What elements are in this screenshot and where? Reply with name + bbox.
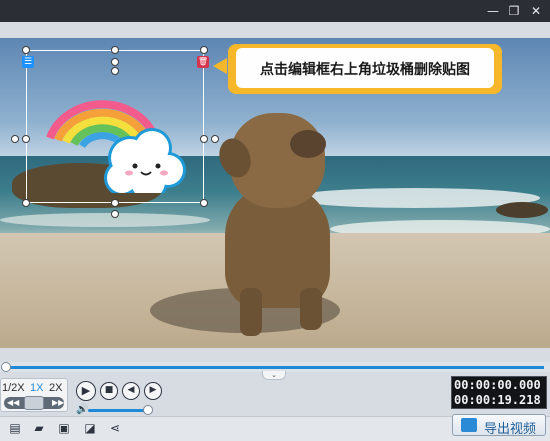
resize-handle[interactable] bbox=[111, 210, 119, 218]
minimize-icon[interactable]: — bbox=[484, 3, 502, 19]
resize-handle[interactable] bbox=[22, 199, 30, 207]
stop-icon[interactable]: ■ bbox=[100, 382, 118, 400]
title-bar: — ❐ ✕ bbox=[0, 0, 550, 22]
volume-icon[interactable]: 🔊 bbox=[76, 404, 88, 415]
open-folder-icon[interactable]: ▰ bbox=[31, 420, 47, 436]
speed-half[interactable]: 1/2X bbox=[2, 382, 25, 394]
volume-knob[interactable] bbox=[143, 405, 153, 415]
timeline-playhead[interactable] bbox=[1, 362, 11, 372]
resize-handle[interactable] bbox=[200, 199, 208, 207]
resize-handle[interactable] bbox=[11, 135, 19, 143]
jog-left-icon: ◀◀ bbox=[7, 398, 20, 407]
save-as-icon[interactable]: ◪ bbox=[82, 420, 98, 436]
collapse-toggle[interactable]: ⌄ bbox=[262, 371, 286, 380]
dog-leg bbox=[240, 288, 262, 336]
timeline-track bbox=[6, 366, 544, 369]
close-icon[interactable]: ✕ bbox=[527, 3, 545, 19]
dog-leg bbox=[300, 288, 322, 330]
export-icon bbox=[461, 418, 477, 432]
speed-2x[interactable]: 2X bbox=[49, 382, 62, 394]
rotate-handle[interactable] bbox=[111, 58, 119, 66]
resize-handle[interactable] bbox=[211, 135, 219, 143]
step-forward-icon[interactable]: ▶ bbox=[144, 382, 162, 400]
resize-handle[interactable] bbox=[111, 46, 119, 54]
resize-handle[interactable] bbox=[22, 46, 30, 54]
tooltip-arrow bbox=[213, 58, 227, 74]
resize-handle[interactable] bbox=[200, 135, 208, 143]
rock bbox=[496, 202, 548, 218]
video-editor-window: — ❐ ✕ ☰ 🗑 点击编辑框右上角垃圾桶删除贴图 ⌄ 1/2X 1X 2X ◀… bbox=[0, 0, 550, 441]
step-back-icon[interactable]: ◀ bbox=[122, 382, 140, 400]
trash-icon[interactable]: 🗑 bbox=[197, 56, 209, 68]
resize-handle[interactable] bbox=[200, 46, 208, 54]
speed-1x[interactable]: 1X bbox=[30, 382, 43, 394]
dog-snout bbox=[290, 130, 326, 158]
save-icon[interactable]: ▣ bbox=[56, 420, 72, 436]
share-icon[interactable]: ⋖ bbox=[107, 420, 123, 436]
export-video-label: 导出视频 bbox=[484, 421, 537, 436]
total-time: 00:00:19.218 bbox=[454, 393, 541, 407]
restore-icon[interactable]: ❐ bbox=[505, 3, 523, 19]
list-icon[interactable]: ☰ bbox=[22, 56, 34, 68]
current-time: 00:00:00.000 bbox=[454, 378, 541, 392]
tooltip-text: 点击编辑框右上角垃圾桶删除贴图 bbox=[236, 48, 494, 88]
play-icon[interactable]: ▶ bbox=[76, 381, 96, 401]
resize-handle[interactable] bbox=[111, 199, 119, 207]
export-video-button[interactable]: 导出视频 bbox=[452, 414, 546, 436]
new-file-icon[interactable]: ▤ bbox=[7, 420, 23, 436]
wave bbox=[0, 213, 210, 227]
rotate-handle[interactable] bbox=[111, 67, 119, 75]
volume-slider[interactable] bbox=[88, 409, 150, 412]
jog-knob[interactable] bbox=[24, 396, 44, 410]
resize-handle[interactable] bbox=[22, 135, 30, 143]
jog-right-icon: ▶▶ bbox=[52, 398, 65, 407]
